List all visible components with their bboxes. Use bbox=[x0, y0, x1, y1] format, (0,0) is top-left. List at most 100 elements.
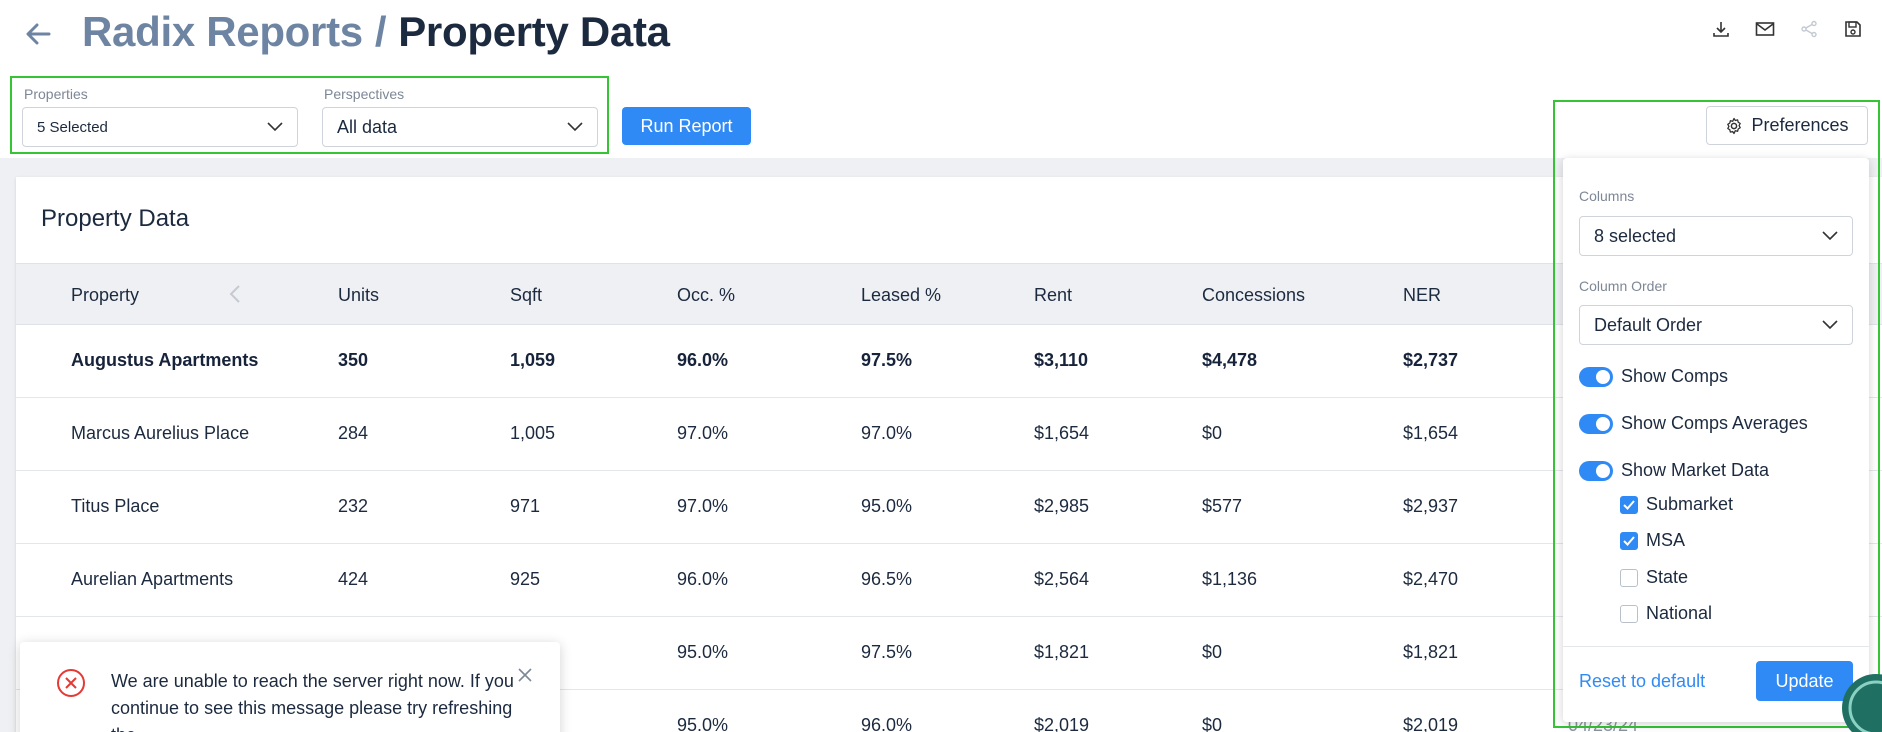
show-market-data-toggle-row[interactable]: Show Market Data bbox=[1579, 460, 1769, 481]
cell-property: Augustus Apartments bbox=[71, 350, 259, 370]
column-header-ner[interactable]: NER bbox=[1403, 285, 1441, 306]
show-market-data-label: Show Market Data bbox=[1621, 460, 1770, 480]
state-option[interactable]: State bbox=[1620, 567, 1688, 588]
cell-ner: $1,821 bbox=[1403, 642, 1459, 662]
column-header-occupancy[interactable]: Occ. % bbox=[677, 285, 735, 306]
show-comps-averages-toggle-row[interactable]: Show Comps Averages bbox=[1579, 413, 1808, 434]
cell-rent: $2,564 bbox=[1034, 569, 1090, 589]
cell-occupancy: 97.0% bbox=[677, 496, 729, 516]
cell-units: 350 bbox=[338, 350, 369, 370]
cell-rent: $3,110 bbox=[1034, 350, 1089, 370]
show-comps-label: Show Comps bbox=[1621, 366, 1729, 386]
cell-ner: $2,937 bbox=[1403, 496, 1459, 516]
columns-value: 8 selected bbox=[1594, 225, 1677, 246]
column-header-rent[interactable]: Rent bbox=[1034, 285, 1072, 306]
chevron-down-icon bbox=[567, 122, 583, 132]
reset-to-default-link[interactable]: Reset to default bbox=[1579, 671, 1705, 692]
columns-select[interactable]: 8 selected bbox=[1579, 216, 1853, 256]
breadcrumb-root[interactable]: Radix Reports bbox=[82, 8, 363, 55]
cell-ner: $2,737 bbox=[1403, 350, 1459, 370]
state-label: State bbox=[1646, 567, 1689, 587]
page-header: Radix Reports / Property Data bbox=[0, 0, 1882, 68]
card-title: Property Data bbox=[41, 205, 190, 232]
download-icon[interactable] bbox=[1706, 16, 1736, 42]
cell-sqft: 1,059 bbox=[510, 350, 556, 370]
cell-occupancy: 95.0% bbox=[677, 642, 729, 662]
close-icon[interactable] bbox=[514, 664, 536, 686]
show-comps-toggle[interactable] bbox=[1579, 366, 1613, 387]
breadcrumb-current: Property Data bbox=[398, 8, 670, 55]
cell-leased: 95.0% bbox=[861, 496, 913, 516]
cell-sqft: 1,005 bbox=[510, 423, 556, 443]
cell-ner: $1,654 bbox=[1403, 423, 1459, 443]
cell-property: Marcus Aurelius Place bbox=[71, 423, 250, 443]
share-icon[interactable] bbox=[1794, 16, 1824, 42]
show-comps-averages-label: Show Comps Averages bbox=[1621, 413, 1808, 433]
save-icon[interactable] bbox=[1838, 16, 1868, 42]
cell-leased: 97.5% bbox=[861, 350, 913, 370]
perspectives-select[interactable]: All data bbox=[322, 107, 598, 147]
preferences-button[interactable]: Preferences bbox=[1706, 106, 1868, 145]
properties-label: Properties bbox=[24, 86, 88, 102]
cell-leased: 96.0% bbox=[861, 715, 913, 732]
column-order-label: Column Order bbox=[1579, 278, 1667, 294]
column-header-property[interactable]: Property bbox=[71, 285, 139, 306]
cell-occupancy: 95.0% bbox=[677, 715, 729, 732]
back-arrow-icon[interactable] bbox=[20, 16, 56, 52]
chevron-down-icon bbox=[267, 122, 283, 132]
national-checkbox[interactable] bbox=[1620, 604, 1638, 623]
properties-field: Properties 5 Selected bbox=[22, 86, 298, 147]
column-order-value: Default Order bbox=[1594, 314, 1703, 335]
show-comps-averages-toggle[interactable] bbox=[1579, 413, 1613, 434]
cell-property: Titus Place bbox=[71, 496, 160, 516]
column-header-sqft[interactable]: Sqft bbox=[510, 285, 542, 306]
column-header-units[interactable]: Units bbox=[338, 285, 379, 306]
state-checkbox[interactable] bbox=[1620, 568, 1638, 587]
column-header-concessions[interactable]: Concessions bbox=[1202, 285, 1305, 306]
national-label: National bbox=[1646, 603, 1713, 623]
check-icon bbox=[1623, 535, 1635, 546]
msa-checkbox[interactable] bbox=[1620, 531, 1638, 550]
show-market-data-toggle[interactable] bbox=[1579, 460, 1613, 481]
cell-concessions: $1,136 bbox=[1202, 569, 1258, 589]
column-order-select[interactable]: Default Order bbox=[1579, 305, 1853, 345]
submarket-label: Submarket bbox=[1646, 494, 1734, 514]
cell-concessions: $0 bbox=[1202, 715, 1223, 732]
msa-label: MSA bbox=[1646, 530, 1686, 550]
run-report-button[interactable]: Run Report bbox=[622, 107, 751, 145]
cell-occupancy: 96.0% bbox=[677, 569, 729, 589]
cell-concessions: $577 bbox=[1202, 496, 1243, 516]
cell-occupancy: 96.0% bbox=[677, 350, 729, 370]
column-header-leased[interactable]: Leased % bbox=[861, 285, 941, 306]
breadcrumb-separator: / bbox=[374, 8, 387, 55]
chat-bubble-icon[interactable] bbox=[1818, 622, 1882, 732]
page-title: Radix Reports / Property Data bbox=[82, 8, 670, 56]
perspectives-field: Perspectives All data bbox=[322, 86, 598, 147]
msa-option[interactable]: MSA bbox=[1620, 530, 1685, 551]
chevron-down-icon bbox=[1822, 320, 1838, 330]
properties-value: 5 Selected bbox=[37, 118, 108, 136]
perspectives-label: Perspectives bbox=[324, 86, 405, 102]
cell-rent: $1,654 bbox=[1034, 423, 1090, 443]
cell-sqft: 971 bbox=[510, 496, 541, 516]
submarket-checkbox[interactable] bbox=[1620, 495, 1638, 514]
mail-icon[interactable] bbox=[1750, 16, 1780, 42]
national-option[interactable]: National bbox=[1620, 603, 1712, 624]
preferences-label: Preferences bbox=[1751, 115, 1849, 135]
columns-label: Columns bbox=[1579, 188, 1635, 204]
submarket-option[interactable]: Submarket bbox=[1620, 494, 1733, 515]
properties-select[interactable]: 5 Selected bbox=[22, 107, 298, 147]
error-toast: We are unable to reach the server right … bbox=[20, 642, 560, 732]
cell-units: 424 bbox=[338, 569, 369, 589]
cell-occupancy: 97.0% bbox=[677, 423, 729, 443]
chevron-down-icon bbox=[1822, 231, 1838, 241]
show-comps-toggle-row[interactable]: Show Comps bbox=[1579, 366, 1728, 387]
perspectives-value: All data bbox=[337, 116, 398, 137]
cell-rent: $1,821 bbox=[1034, 642, 1090, 662]
filters-group: Properties 5 Selected Perspectives All d… bbox=[10, 76, 609, 154]
cell-units: 284 bbox=[338, 423, 369, 443]
chevron-left-icon[interactable] bbox=[224, 282, 248, 306]
cell-sqft: 925 bbox=[510, 569, 541, 589]
error-message: We are unable to reach the server right … bbox=[111, 671, 514, 732]
cell-rent: $2,985 bbox=[1034, 496, 1090, 516]
